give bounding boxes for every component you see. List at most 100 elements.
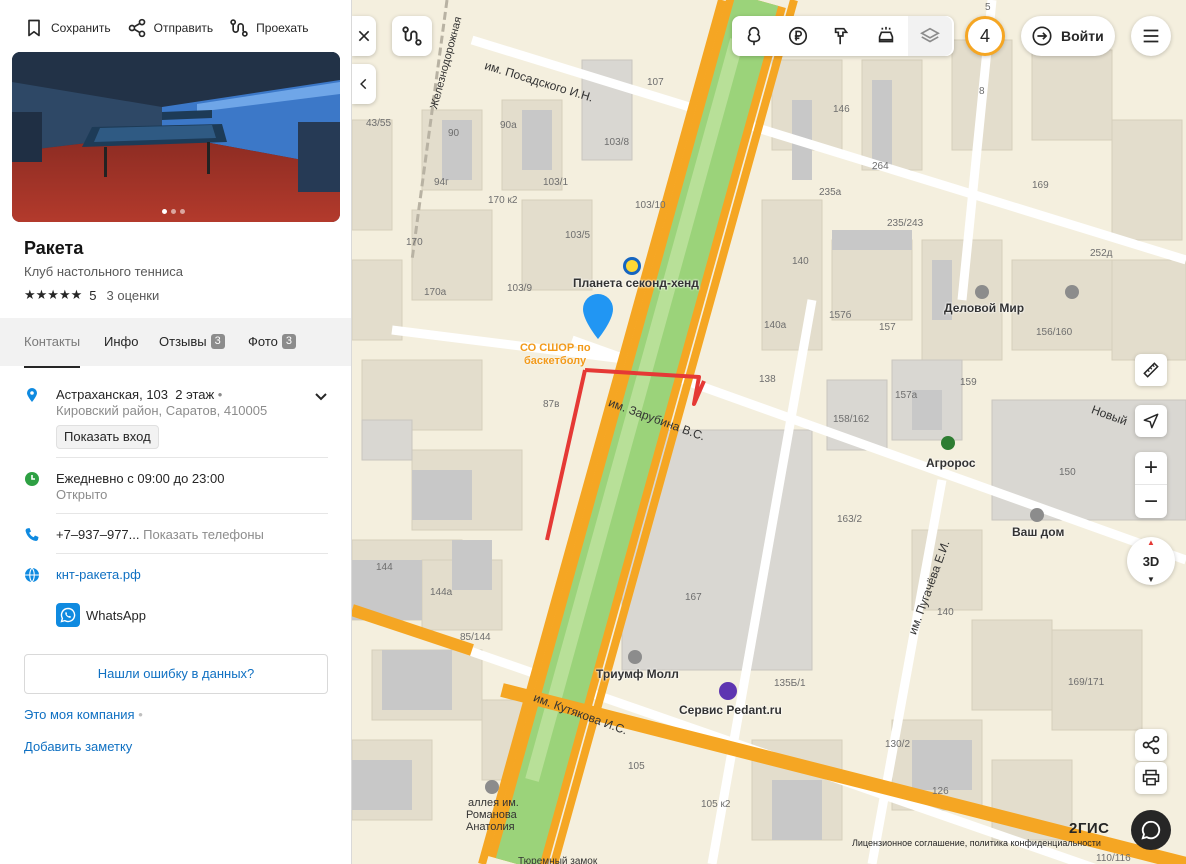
zoom-out-button[interactable]: −	[1135, 485, 1167, 518]
house-number: 130/2	[885, 739, 911, 750]
close-icon	[358, 30, 370, 42]
ruble-icon	[788, 26, 808, 46]
house-number: 144а	[430, 587, 453, 598]
chevron-down-icon[interactable]	[314, 389, 328, 403]
house-number: 140	[937, 607, 954, 618]
house-number: 235/243	[887, 218, 924, 229]
compass-south: ▼	[1147, 575, 1155, 584]
3d-toggle-button[interactable]: ▲ 3D ▼	[1127, 537, 1175, 585]
tab-reviews[interactable]: Отзывы 3	[159, 334, 225, 349]
reviews-count-link[interactable]: 3 оценки	[107, 288, 160, 303]
address-body: Астраханская, 103 2 этаж • Кировский рай…	[56, 387, 328, 449]
collapse-panel-button[interactable]	[352, 64, 376, 104]
tab-info[interactable]: Инфо	[104, 334, 138, 349]
login-button[interactable]: Войти	[1021, 16, 1115, 56]
map-view[interactable]: 107 5 8 90 90а 103/8 146 43/55 94г 103/1…	[352, 0, 1186, 864]
divider	[56, 553, 328, 554]
zoom-in-button[interactable]: +	[1135, 452, 1167, 485]
tab-photos[interactable]: Фото 3	[248, 334, 296, 349]
poi-label[interactable]: Триумф Молл	[596, 667, 679, 681]
house-number: 167	[685, 592, 702, 603]
layers-button[interactable]	[908, 16, 952, 56]
tree-icon	[747, 26, 761, 46]
poi-label[interactable]: Анатолия	[466, 821, 515, 833]
tab-badge: 3	[281, 334, 296, 349]
website-row: кнт-ракета.рф	[24, 567, 328, 583]
place-title: Ракета	[24, 238, 84, 258]
route-button[interactable]: Проехать	[229, 16, 309, 40]
rating-stars: ★★★★★	[24, 287, 83, 302]
poi-label[interactable]: баскетболу	[524, 355, 586, 367]
close-card-button[interactable]	[352, 16, 376, 56]
share-button[interactable]: Отправить	[127, 16, 213, 40]
tab-label: Фото	[248, 334, 278, 349]
share-map-button[interactable]	[1135, 729, 1167, 761]
house-number: 235а	[819, 187, 842, 198]
house-number: 103/5	[565, 230, 591, 241]
house-number: 103/1	[543, 177, 569, 188]
ruler-icon	[1143, 362, 1159, 378]
place-category: Клуб настольного тенниса	[24, 264, 183, 279]
phone-row: +7‒937‒977... Показать телефоны	[24, 527, 328, 543]
layer-parks-button[interactable]	[732, 16, 776, 56]
house-number: 170	[406, 237, 423, 248]
house-number: 150	[1059, 467, 1076, 478]
show-phones-link[interactable]: Показать телефоны	[143, 527, 264, 542]
layer-atm-button[interactable]	[776, 16, 820, 56]
whatsapp-link[interactable]: WhatsApp	[56, 603, 146, 627]
hours-text: Ежедневно с 09:00 до 23:00	[56, 471, 225, 486]
house-number: 126	[932, 786, 949, 797]
house-number: 157б	[829, 310, 852, 321]
add-note-link[interactable]: Добавить заметку	[24, 739, 132, 754]
poi-label[interactable]: Ваш дом	[1012, 525, 1064, 539]
poi-label[interactable]: Деловой Мир	[944, 301, 1024, 315]
pager-dot[interactable]	[162, 209, 167, 214]
poi-label[interactable]: Агророс	[926, 456, 976, 470]
layer-toolbar	[732, 16, 954, 56]
house-number: 169	[1032, 180, 1049, 191]
route-icon	[402, 26, 422, 46]
show-entrance-button[interactable]: Показать вход	[56, 425, 159, 449]
layer-gas-button[interactable]	[820, 16, 864, 56]
poi-label[interactable]: Тюремный замок	[518, 856, 597, 864]
house-number: 94г	[434, 177, 449, 188]
poi-label[interactable]: Планета секонд-хенд	[573, 276, 699, 290]
my-location-button[interactable]	[1135, 405, 1167, 437]
poi-label[interactable]: Сервис Pedant.ru	[679, 703, 782, 717]
poi-label[interactable]: аллея им.	[468, 797, 519, 809]
tab-contacts[interactable]: Контакты	[24, 334, 81, 368]
chat-button[interactable]	[1131, 810, 1171, 850]
pager-dot[interactable]	[171, 209, 176, 214]
website-link[interactable]: кнт-ракета.рф	[56, 567, 141, 582]
place-photo[interactable]	[12, 52, 340, 222]
chat-icon	[1141, 820, 1161, 840]
address-street: Астраханская, 103	[56, 387, 169, 402]
poi-label[interactable]: СО СШОР по	[520, 342, 591, 354]
notifications-counter[interactable]: 4	[965, 16, 1005, 56]
report-error-button[interactable]: Нашли ошибку в данных?	[24, 654, 328, 694]
save-button[interactable]: Сохранить	[24, 16, 111, 40]
pager-dot[interactable]	[180, 209, 185, 214]
ruler-button[interactable]	[1135, 354, 1167, 386]
fuel-icon	[834, 27, 849, 45]
photo-pager	[162, 209, 185, 214]
tab-label: Инфо	[104, 334, 139, 349]
globe-icon	[25, 567, 39, 583]
whatsapp-label: WhatsApp	[86, 607, 146, 623]
my-company-link[interactable]: Это моя компания	[24, 707, 135, 722]
clock-icon	[25, 472, 39, 486]
house-number: 264	[872, 161, 889, 172]
layer-carwash-button[interactable]	[864, 16, 908, 56]
house-number: 146	[833, 104, 850, 115]
route-mode-button[interactable]	[392, 16, 432, 56]
printer-icon	[1142, 769, 1160, 786]
legal-links[interactable]: Лицензионное соглашение, политика конфид…	[852, 838, 1101, 848]
poi-label[interactable]: Романова	[466, 809, 517, 821]
house-number: 135Б/1	[774, 678, 806, 689]
phone-icon	[25, 528, 39, 541]
print-button[interactable]	[1135, 762, 1167, 794]
place-card-panel: Сохранить Отправить Проехать Ракета Клуб…	[0, 0, 352, 864]
login-icon	[1032, 26, 1052, 46]
map-canvas	[352, 0, 1186, 864]
menu-button[interactable]	[1131, 16, 1171, 56]
